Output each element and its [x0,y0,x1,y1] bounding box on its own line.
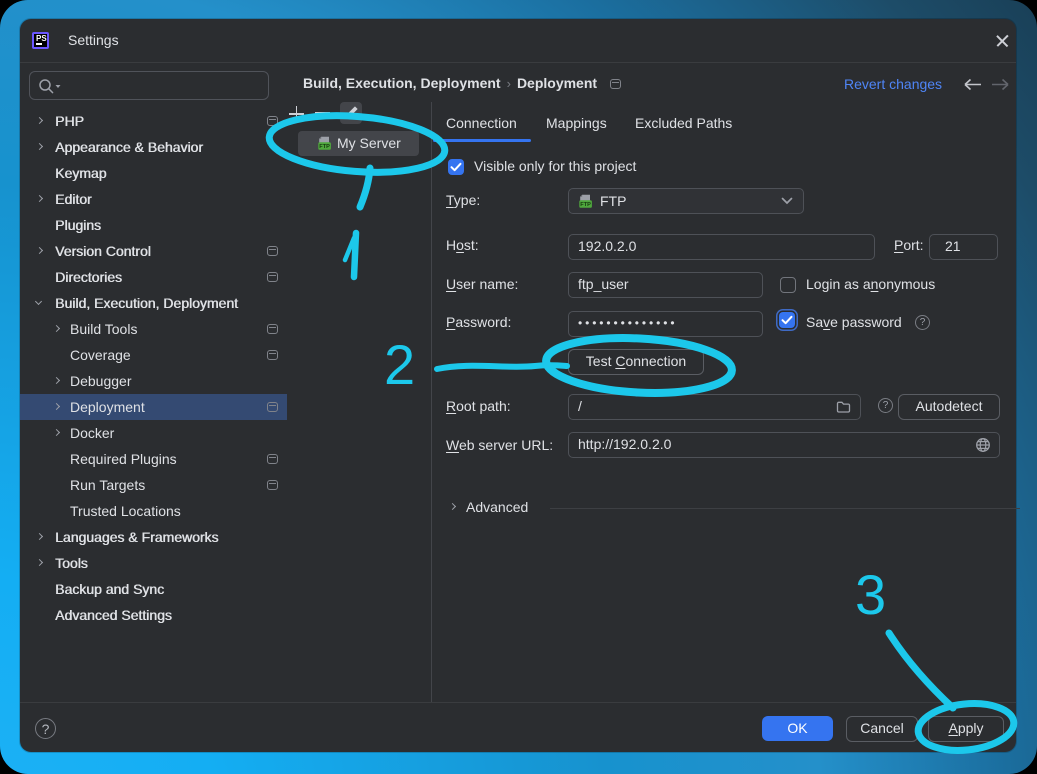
svg-text:FTP: FTP [319,144,330,150]
svg-text:FTP: FTP [580,202,591,208]
